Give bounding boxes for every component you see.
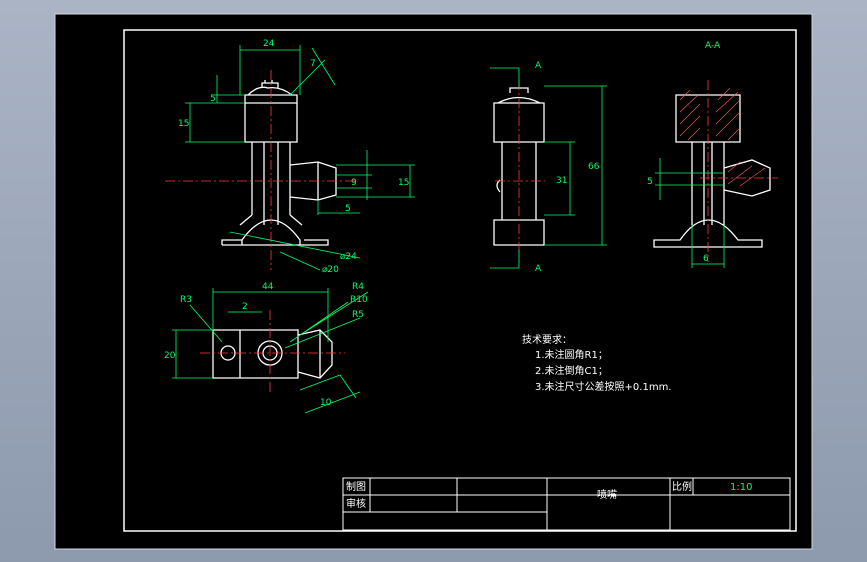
dim-r5: R5 <box>352 310 364 320</box>
scale-value: 1:10 <box>730 482 752 493</box>
dim-r3: R3 <box>180 295 192 305</box>
drawn-label: 制图 <box>346 480 366 493</box>
dim-31: 31 <box>556 176 567 186</box>
note-3: 3.未注尺寸公差按照+0.1mm. <box>535 380 671 393</box>
dim-24: 24 <box>263 39 275 49</box>
dim-d20: ⌀20 <box>322 265 339 275</box>
dim-15b: 15 <box>398 178 409 188</box>
dim-angle: 7 <box>310 59 316 69</box>
dim-d24: ⌀24 <box>340 252 357 262</box>
cad-drawing: 24 5 15 7 9 15 5 ⌀24 ⌀20 A A 31 66 A-A 5… <box>54 13 813 550</box>
dim-5b: 5 <box>345 204 351 214</box>
section-label: A-A <box>705 41 721 51</box>
cut-mark-top: A <box>535 61 542 71</box>
sec-dim-6: 6 <box>703 254 709 264</box>
dim-15: 15 <box>178 119 189 129</box>
dim-9: 9 <box>351 178 357 188</box>
outer-frame <box>54 13 813 550</box>
dim-5: 5 <box>210 94 216 104</box>
dim-66: 66 <box>588 162 600 172</box>
notes-title: 技术要求： <box>522 333 572 346</box>
dim-10: 10 <box>320 398 332 408</box>
cut-mark-bottom: A <box>535 264 542 274</box>
viewer-background: 24 5 15 7 9 15 5 ⌀24 ⌀20 A A 31 66 A-A 5… <box>0 0 867 562</box>
scale-label: 比例 <box>672 480 692 493</box>
sec-dim-5: 5 <box>647 177 653 187</box>
dim-r10: R10 <box>350 295 368 305</box>
dim-44: 44 <box>262 282 274 292</box>
dim-2: 2 <box>242 302 248 312</box>
dim-r4: R4 <box>352 282 364 292</box>
note-2: 2.未注倒角C1； <box>535 364 608 377</box>
dim-20: 20 <box>164 351 176 361</box>
checked-label: 审核 <box>346 497 366 510</box>
part-name: 喷嘴 <box>597 489 617 501</box>
note-1: 1.未注圆角R1； <box>535 348 608 361</box>
